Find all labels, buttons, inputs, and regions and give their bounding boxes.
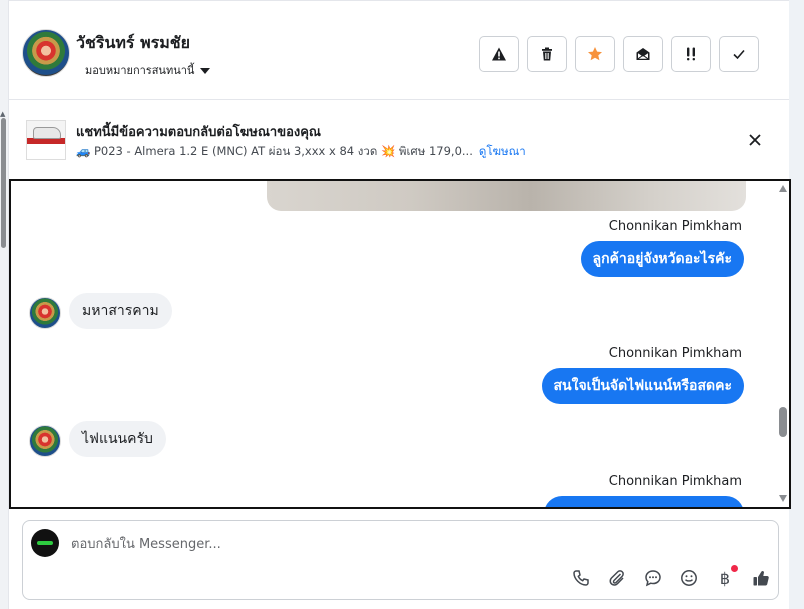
- shared-photo[interactable]: [267, 181, 746, 211]
- paperclip-icon: [609, 570, 624, 586]
- warning-icon: [492, 47, 506, 61]
- phone-icon: [573, 570, 589, 586]
- ad-description-text: 🚙 P023 - Almera 1.2 E (MNC) AT ผ่อน 3,xx…: [76, 144, 473, 158]
- contact-avatar-small[interactable]: [29, 425, 61, 457]
- close-banner-button[interactable]: [745, 130, 765, 150]
- outer-scrollbar-thumb[interactable]: [1, 118, 6, 248]
- thread-scrollbar-thumb[interactable]: [779, 407, 787, 437]
- saved-replies-button[interactable]: [642, 567, 664, 589]
- car-image: [33, 127, 61, 139]
- scroll-down-icon[interactable]: [779, 495, 787, 502]
- header-toolbar: [479, 36, 759, 72]
- conversation-panel: วัชรินทร์ พรมชัย มอบหมายการสนทนานี้ แชทน…: [9, 0, 791, 609]
- caret-down-icon: [200, 68, 211, 74]
- emoji-button[interactable]: [678, 567, 700, 589]
- emoji-icon: [681, 570, 697, 586]
- outgoing-message-partial[interactable]: [544, 496, 744, 507]
- outgoing-message[interactable]: ลูกค้าอยู่จังหวัดอะไรคัะ: [580, 241, 744, 277]
- composer-actions: ฿: [570, 565, 772, 589]
- assign-label: มอบหมายการสนทนานี้: [85, 64, 195, 77]
- contact-avatar-small[interactable]: [29, 297, 61, 329]
- notification-dot: [731, 565, 738, 572]
- thumbs-up-icon: [753, 570, 769, 586]
- reply-input[interactable]: [71, 533, 751, 555]
- star-button[interactable]: [575, 36, 615, 72]
- payment-button[interactable]: ฿: [714, 565, 738, 589]
- assign-conversation-dropdown[interactable]: มอบหมายการสนทนานี้: [85, 61, 211, 79]
- follow-up-button[interactable]: [671, 36, 711, 72]
- scroll-up-arrow-icon[interactable]: ▲: [0, 110, 5, 118]
- message-sender: Chonnikan Pimkham: [608, 219, 742, 234]
- outgoing-message[interactable]: สนใจเป็นจัดไฟแนน์หรือสดคะ: [541, 368, 744, 404]
- double-exclamation-icon: [687, 47, 695, 61]
- incoming-message[interactable]: ไฟแนนครับ: [69, 421, 166, 457]
- incoming-message[interactable]: มหาสารคาม: [69, 293, 172, 329]
- call-button[interactable]: [570, 567, 592, 589]
- conversation-header: วัชรินทร์ พรมชัย มอบหมายการสนทนานี้: [9, 0, 789, 100]
- message-thread[interactable]: Chonnikan Pimkham ลูกค้าอยู่จังหวัดอะไรค…: [9, 179, 791, 509]
- star-icon: [588, 47, 602, 61]
- contact-avatar[interactable]: [22, 29, 70, 77]
- trash-icon: [542, 47, 552, 61]
- mark-unread-button[interactable]: [623, 36, 663, 72]
- scroll-up-icon[interactable]: [779, 185, 787, 192]
- ad-banner-title: แชทนี้มีข้อความตอบกลับต่อโฆษณาของคุณ: [76, 125, 321, 140]
- contact-name[interactable]: วัชรินทร์ พรมชัย: [76, 31, 190, 56]
- mark-done-button[interactable]: [719, 36, 759, 72]
- thread-scrollbar[interactable]: [777, 181, 789, 507]
- outer-scrollbar[interactable]: ▲: [0, 0, 9, 609]
- message-sender: Chonnikan Pimkham: [608, 474, 742, 489]
- baht-icon: ฿: [719, 568, 731, 588]
- report-button[interactable]: [479, 36, 519, 72]
- right-gutter: [789, 0, 804, 609]
- ad-reply-banner: แชทนี้มีข้อความตอบกลับต่อโฆษณาของคุณ 🚙 P…: [9, 100, 789, 179]
- like-button[interactable]: [750, 567, 772, 589]
- message-sender: Chonnikan Pimkham: [608, 346, 742, 361]
- close-icon: [749, 134, 761, 146]
- ad-banner-description: 🚙 P023 - Almera 1.2 E (MNC) AT ผ่อน 3,xx…: [76, 143, 526, 161]
- view-ad-link[interactable]: ดูโฆษณา: [479, 144, 526, 158]
- attach-button[interactable]: [606, 567, 628, 589]
- reply-composer: ฿: [22, 520, 779, 600]
- check-icon: [733, 49, 745, 60]
- page-avatar: [31, 529, 59, 557]
- chat-bubble-icon: [645, 570, 661, 587]
- ad-thumbnail[interactable]: [26, 120, 66, 160]
- delete-button[interactable]: [527, 36, 567, 72]
- envelope-open-icon: [636, 48, 650, 60]
